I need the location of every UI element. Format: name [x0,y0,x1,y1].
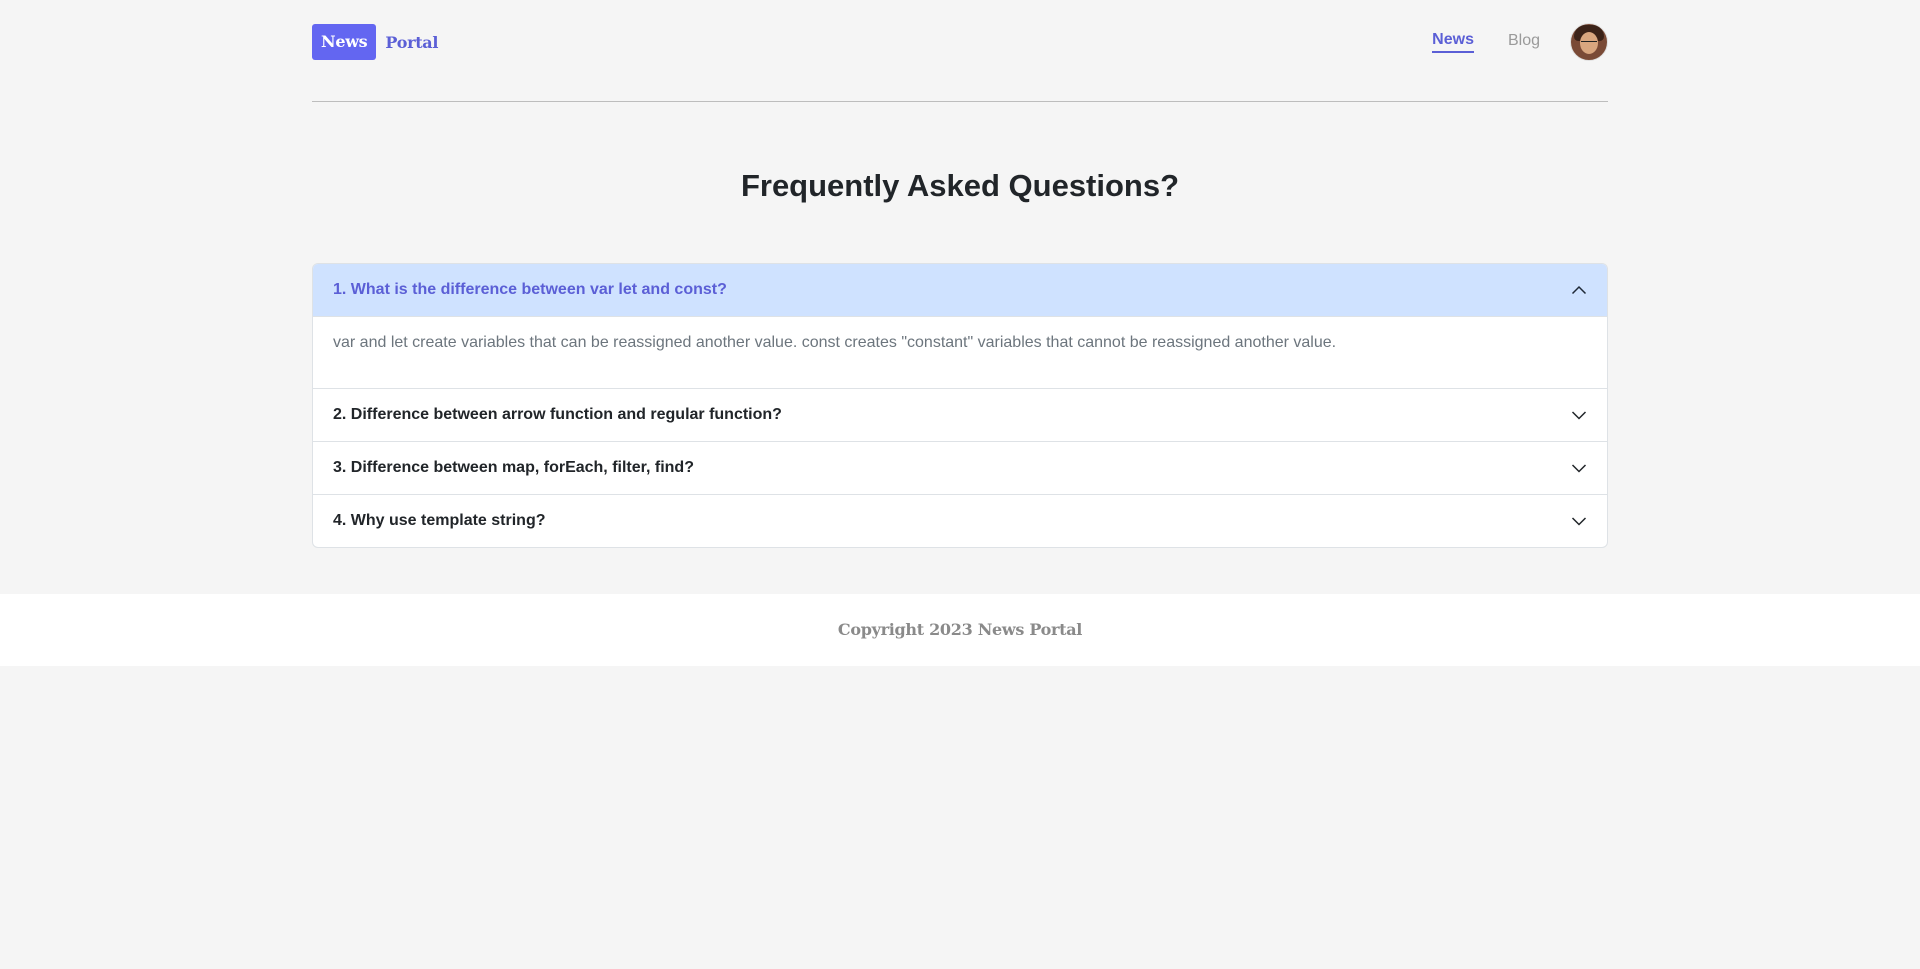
site-header: News Portal News Blog [312,0,1608,102]
faq-question-toggle[interactable]: 1. What is the difference between var le… [313,264,1607,317]
faq-question-text: 4. Why use template string? [333,512,546,529]
faq-accordion: 1. What is the difference between var le… [312,263,1608,548]
nav-link-blog[interactable]: Blog [1508,32,1540,52]
site-footer: Copyright 2023 News Portal [0,594,1920,666]
chevron-up-icon [1571,285,1587,295]
chevron-down-icon [1571,464,1587,473]
chevron-down-icon [1571,411,1587,420]
logo-text: Portal [385,32,439,52]
faq-item: 3. Difference between map, forEach, filt… [313,441,1607,494]
page-title: Frequently Asked Questions? [740,168,1180,203]
faq-question-text: 2. Difference between arrow function and… [333,406,782,423]
faq-question-toggle[interactable]: 2. Difference between arrow function and… [313,389,1607,441]
faq-question-toggle[interactable]: 3. Difference between map, forEach, filt… [313,442,1607,494]
logo-badge: News [312,24,377,60]
user-avatar[interactable] [1570,23,1608,61]
faq-item: 1. What is the difference between var le… [313,264,1607,388]
faq-question-text: 3. Difference between map, forEach, filt… [333,459,694,476]
faq-answer: var and let create variables that can be… [333,334,1337,351]
footer-copyright: Copyright 2023 News Portal [837,620,1083,639]
main-nav: News Blog [1432,23,1608,61]
faq-item: 2. Difference between arrow function and… [313,388,1607,441]
faq-item: 4. Why use template string? [313,494,1607,547]
site-logo[interactable]: News Portal [312,24,438,60]
faq-question-toggle[interactable]: 4. Why use template string? [313,495,1607,547]
chevron-down-icon [1571,517,1587,526]
page-container: News Portal News Blog Frequently Asked Q… [312,0,1608,548]
faq-question-text: 1. What is the difference between var le… [333,281,727,298]
nav-link-news[interactable]: News [1432,31,1474,53]
